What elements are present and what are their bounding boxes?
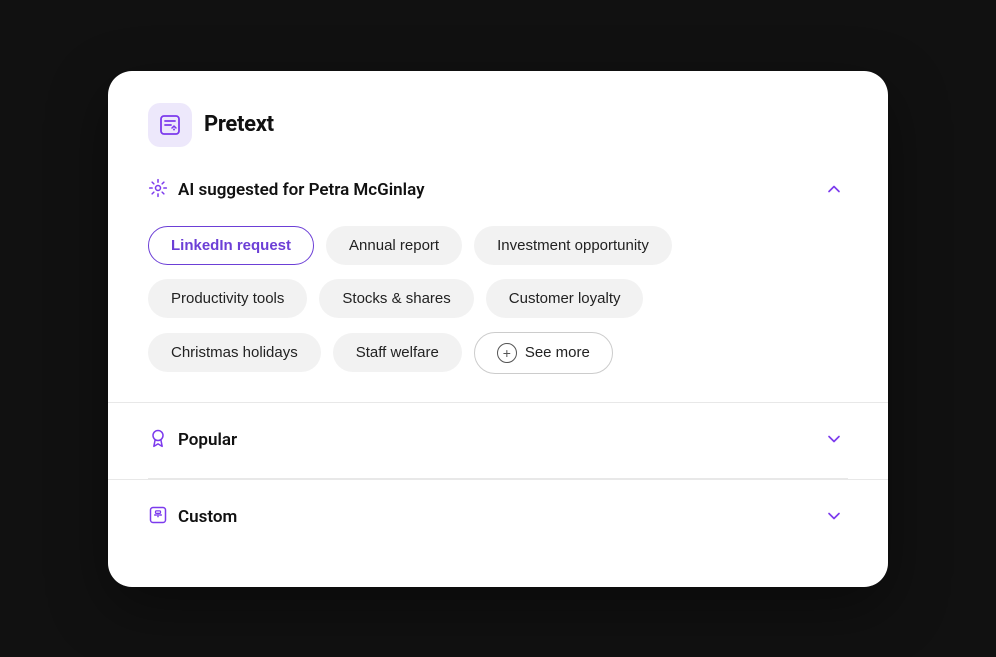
app-title: Pretext	[204, 112, 274, 137]
tag-customer-loyalty[interactable]: Customer loyalty	[486, 279, 644, 318]
tag-staff-welfare[interactable]: Staff welfare	[333, 333, 462, 372]
popular-section-left: Popular	[148, 428, 237, 452]
chevron-down-icon-popular	[824, 429, 844, 452]
plus-icon: +	[497, 343, 517, 363]
custom-section-toggle[interactable]	[820, 502, 848, 533]
star-icon	[148, 178, 168, 202]
custom-section-row: Custom	[148, 480, 848, 555]
tags-row-2: Productivity tools Stocks & shares Custo…	[148, 279, 848, 318]
custom-section-left: Custom	[148, 505, 237, 529]
tag-christmas-holidays[interactable]: Christmas holidays	[148, 333, 321, 372]
screen: Pretext	[0, 0, 996, 657]
popular-section-toggle[interactable]	[820, 425, 848, 456]
chevron-up-icon	[824, 179, 844, 202]
ai-section-toggle[interactable]	[820, 175, 848, 206]
ai-section-title: AI suggested for Petra McGinlay	[178, 180, 425, 200]
tag-see-more[interactable]: + See more	[474, 332, 613, 374]
tag-stocks-shares[interactable]: Stocks & shares	[319, 279, 473, 318]
custom-icon	[148, 505, 168, 529]
tags-row-3: Christmas holidays Staff welfare + See m…	[148, 332, 848, 374]
award-icon	[148, 428, 168, 452]
chevron-down-icon-custom	[824, 506, 844, 529]
custom-title: Custom	[178, 507, 237, 527]
main-card: Pretext	[108, 71, 888, 587]
tag-productivity-tools[interactable]: Productivity tools	[148, 279, 307, 318]
tag-investment-opportunity[interactable]: Investment opportunity	[474, 226, 672, 265]
tags-container: LinkedIn request Annual report Investmen…	[148, 226, 848, 374]
popular-title: Popular	[178, 430, 237, 450]
popular-section-row: Popular	[148, 403, 848, 479]
tag-linkedin[interactable]: LinkedIn request	[148, 226, 314, 265]
ai-section-header-left: AI suggested for Petra McGinlay	[148, 178, 425, 202]
logo-icon	[148, 103, 192, 147]
tags-row-1: LinkedIn request Annual report Investmen…	[148, 226, 848, 265]
ai-section-header: AI suggested for Petra McGinlay	[148, 175, 848, 206]
tag-annual-report[interactable]: Annual report	[326, 226, 462, 265]
logo-row: Pretext	[148, 103, 848, 147]
